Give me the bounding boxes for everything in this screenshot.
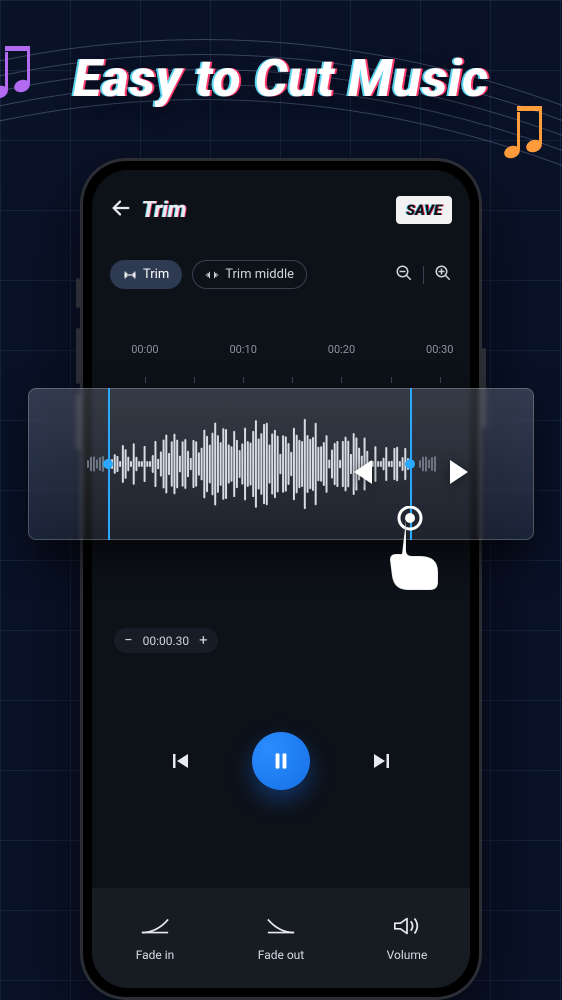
phone-side-button [76, 328, 80, 384]
ruler-mark: 00:00 [131, 343, 158, 356]
mode-trim-label: Trim [143, 267, 169, 282]
divider [423, 266, 424, 284]
time-increase-button[interactable]: + [199, 633, 208, 648]
skip-next-button[interactable] [364, 743, 400, 779]
time-value: 00:00.30 [143, 634, 190, 648]
fade-in-label: Fade in [136, 948, 175, 962]
zoom-in-icon[interactable] [434, 264, 452, 286]
trim-start-handle-dot[interactable] [103, 459, 113, 469]
page-title: Trim [142, 198, 186, 223]
waveform-editor[interactable] [28, 388, 534, 540]
ruler-mark: 00:30 [426, 343, 453, 356]
mode-trim-button[interactable]: Trim [110, 260, 182, 289]
header: Trim SAVE [92, 170, 470, 230]
play-pause-button[interactable] [252, 732, 310, 790]
time-ruler[interactable]: 00:00 00:10 00:20 00:30 [92, 343, 470, 383]
fade-in-button[interactable]: Fade in [92, 888, 218, 988]
time-position-chip: − 00:00.30 + [114, 628, 218, 653]
hero-title: Easy to Cut Music [0, 48, 562, 109]
zoom-out-icon[interactable] [395, 264, 413, 286]
trim-end-handle-dot[interactable] [405, 459, 415, 469]
bottom-toolbar: Fade in Fade out Volume [92, 888, 470, 988]
playback-controls [92, 732, 470, 790]
volume-button[interactable]: Volume [344, 888, 470, 988]
ruler-mark: 00:20 [328, 343, 355, 356]
drag-right-arrow-icon [436, 450, 480, 494]
volume-icon [392, 915, 422, 940]
back-arrow-icon[interactable] [110, 197, 132, 223]
ruler-mark: 00:10 [229, 343, 256, 356]
pointer-hand-icon [380, 506, 458, 594]
save-button[interactable]: SAVE [396, 196, 452, 224]
volume-label: Volume [387, 948, 428, 962]
time-decrease-button[interactable]: − [124, 633, 133, 648]
zoom-controls [395, 264, 452, 286]
fade-out-icon [266, 915, 296, 940]
skip-previous-button[interactable] [162, 743, 198, 779]
mode-trim-middle-label: Trim middle [225, 267, 294, 282]
fade-in-icon [140, 915, 170, 940]
trim-mode-group: Trim Trim middle [110, 260, 307, 289]
phone-side-button [76, 278, 80, 308]
fade-out-button[interactable]: Fade out [218, 888, 344, 988]
fade-out-label: Fade out [258, 948, 304, 962]
drag-left-arrow-icon [342, 450, 386, 494]
mode-trim-middle-button[interactable]: Trim middle [192, 260, 307, 289]
